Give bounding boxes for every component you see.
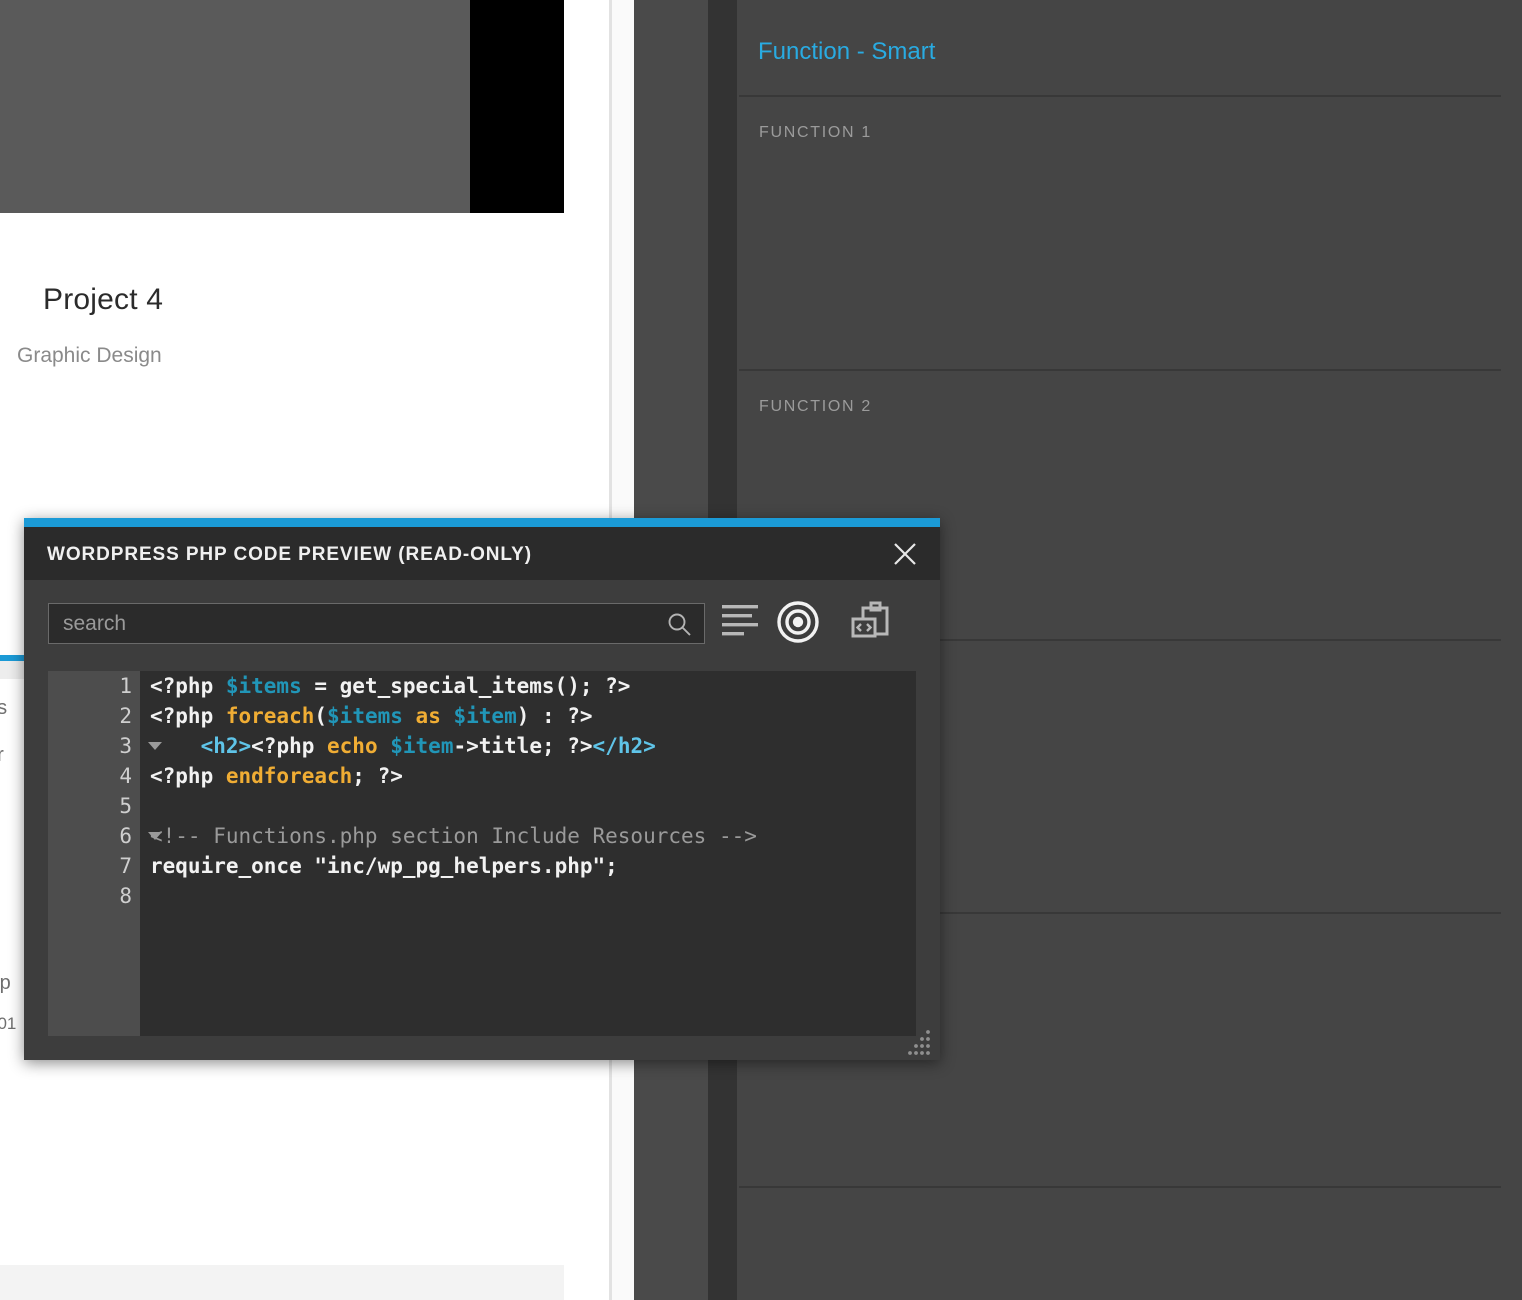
field-label: Set [1497, 856, 1522, 880]
code-token: $items [225, 674, 302, 698]
search-input[interactable] [63, 604, 643, 643]
code-lines[interactable]: <?php $items = get_special_items(); ?> <?… [150, 671, 910, 1036]
line-number: 4 [119, 764, 132, 788]
line-number: 1 [119, 674, 132, 698]
search-icon[interactable] [667, 612, 692, 637]
field-label: m code [1497, 794, 1522, 818]
code-line: <?php $items = get_special_items(); ?> [150, 671, 910, 701]
line-number-gutter: 1 2 3 4 5 6 7 8 [48, 671, 162, 1036]
field-label: m code [1497, 520, 1522, 544]
field-label: Custom code [1497, 247, 1522, 271]
code-token: <?php [150, 764, 226, 788]
panel-title: Function - Smart [758, 38, 936, 65]
dialog-title: WORDPRESS PHP CODE PREVIEW (READ-ONLY) [47, 544, 532, 565]
panel-divider [739, 369, 1501, 371]
field-label: unction [1497, 1008, 1522, 1032]
search-field[interactable] [48, 603, 705, 644]
field-label: Set [1497, 308, 1522, 332]
thumbnail-dark-band [470, 0, 564, 213]
project-thumbnail[interactable] [0, 0, 564, 213]
gutter-row: 7 [48, 851, 140, 881]
gutter-row: 5 [48, 791, 140, 821]
panel-divider [739, 95, 1501, 97]
clipped-text-1: us [0, 697, 8, 719]
code-token: $items [327, 704, 403, 728]
code-token: ) : ?> [516, 704, 593, 728]
function-group-heading: FUNCTION 1 [759, 124, 872, 141]
code-line: <h2><?php echo $item->title; ?></h2> [150, 731, 910, 761]
word-wrap-icon[interactable] [722, 602, 760, 642]
target-icon[interactable] [776, 600, 820, 644]
code-token: ; ?> [352, 764, 403, 788]
code-token: endforeach [225, 764, 353, 788]
line-number: 2 [119, 704, 132, 728]
gutter-row: 3 [48, 731, 162, 761]
gutter-row: 6 [48, 821, 162, 851]
gutter-row: 8 [48, 881, 140, 911]
dialog-footer [24, 1030, 940, 1060]
resize-grip-icon[interactable] [902, 1026, 934, 1056]
code-token: <?php [150, 704, 226, 728]
code-token: $item [390, 734, 454, 758]
field-label: Set [1497, 582, 1522, 606]
gutter-row: 1 [48, 671, 140, 701]
line-number: 3 [119, 734, 132, 758]
project-subtitle: Graphic Design [17, 344, 162, 367]
code-token: foreach [225, 704, 315, 728]
field-label: Set [1497, 1130, 1522, 1154]
field-label: Function [1497, 460, 1522, 484]
gutter-row: 4 [48, 761, 140, 791]
code-token: <h2> [200, 734, 252, 758]
field-label: Function [1497, 186, 1522, 210]
code-token: <?php [251, 734, 328, 758]
code-token: require_once "inc/wp_pg_helpers.php"; [150, 854, 618, 878]
code-token: ->title; ?> [453, 734, 593, 758]
dialog-accent-bar [24, 518, 940, 527]
app-root: Project 4 Graphic Design us or lop 201 F… [0, 0, 1522, 1300]
code-line: <?php endforeach; ?> [150, 761, 910, 791]
field-label: unction [1497, 734, 1522, 758]
code-token: <!-- Functions.php section Include Resou… [150, 824, 757, 848]
function-group-heading: FUNCTION 2 [759, 398, 872, 415]
code-line: require_once "inc/wp_pg_helpers.php"; [150, 851, 910, 881]
line-number: 5 [119, 794, 132, 818]
code-token: <?php [150, 674, 226, 698]
line-number: 8 [119, 884, 132, 908]
code-preview-dialog: WORDPRESS PHP CODE PREVIEW (READ-ONLY) s… [24, 518, 940, 1060]
code-line: <!-- Functions.php section Include Resou… [150, 821, 910, 851]
code-token: as [415, 704, 441, 728]
dialog-titlebar[interactable]: WORDPRESS PHP CODE PREVIEW (READ-ONLY) [24, 527, 940, 580]
line-number: 7 [119, 854, 132, 878]
code-token: </h2> [592, 734, 656, 758]
clipped-text-3: lop [0, 972, 11, 994]
dialog-toolbar [24, 580, 940, 665]
code-editor[interactable]: 1 2 3 4 5 6 7 8 <?php $items = get_special_item… [48, 671, 916, 1036]
project-title: Project 4 [43, 283, 164, 316]
copy-code-icon[interactable] [848, 600, 892, 644]
code-token: ( [314, 704, 328, 728]
field-label: Custom code [1497, 1068, 1522, 1092]
panel-divider [739, 1186, 1501, 1188]
close-icon[interactable] [888, 537, 922, 571]
code-line: <?php foreach($items as $item) : ?> [150, 701, 910, 731]
preview-footer-band [0, 1265, 564, 1300]
panel-header: Function - Smart [737, 0, 1522, 95]
gutter-row: 2 [48, 701, 140, 731]
code-token: $item [453, 704, 517, 728]
clipped-text-2: or [0, 744, 4, 766]
code-token: echo [327, 734, 378, 758]
clipped-text-4: 201 [0, 1014, 17, 1033]
line-number: 6 [119, 824, 132, 848]
code-token: = get_special_items(); ?> [301, 674, 631, 698]
